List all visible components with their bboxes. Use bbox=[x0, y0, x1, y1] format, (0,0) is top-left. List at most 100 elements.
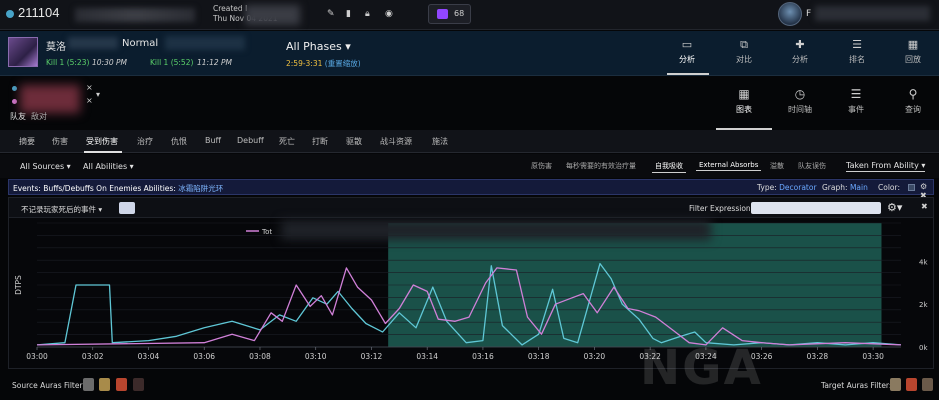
y-axis-label: DTPS bbox=[14, 275, 23, 295]
x-tick-label: 03:10 bbox=[305, 352, 327, 361]
aura-icon[interactable] bbox=[906, 378, 917, 391]
all-abilities-dropdown[interactable]: All Abilities ▾ bbox=[83, 162, 134, 171]
x-tick-label: 03:16 bbox=[472, 352, 494, 361]
option-overkill[interactable]: 溢散 bbox=[767, 160, 787, 172]
aura-icon[interactable] bbox=[890, 378, 901, 391]
tab-dispels[interactable]: 驱散 bbox=[346, 136, 362, 147]
toggle-box[interactable] bbox=[119, 202, 135, 214]
clock-icon: ◷ bbox=[794, 87, 806, 101]
watermark: NGA bbox=[640, 340, 763, 396]
option-raw-damage[interactable]: 原伤害 bbox=[528, 160, 555, 172]
view-timeline-label: 时间轴 bbox=[788, 105, 812, 114]
redacted-user bbox=[815, 6, 930, 21]
ranking-icon: ☰ bbox=[852, 38, 862, 51]
view-table[interactable]: ▦ 图表 bbox=[719, 87, 769, 115]
dtps-chart[interactable]: 03:00 03:02 03:04 03:06 03:08 03:10 03:12 03:14… bbox=[9, 219, 933, 369]
filter-row: All Sources ▾ All Abilities ▾ 原伤害 每秒需要的有… bbox=[0, 154, 939, 178]
x-tick-label: 03:02 bbox=[82, 352, 104, 361]
view-events[interactable]: ☰ 事件 bbox=[831, 87, 881, 115]
tab-healing[interactable]: 治疗 bbox=[137, 136, 153, 147]
y-tick-label: 4k bbox=[919, 258, 928, 266]
pencil-icon[interactable]: ✎ bbox=[327, 9, 335, 19]
reset-zoom-link[interactable]: (重置缩放) bbox=[325, 59, 361, 68]
x-tick-label: 03:18 bbox=[528, 352, 550, 361]
nav-puzzle[interactable]: ✚ 分析 bbox=[780, 38, 820, 72]
gear-icon[interactable]: ⚙▾ bbox=[887, 201, 902, 214]
nav-analysis[interactable]: ▭ 分析 bbox=[667, 38, 707, 72]
remove-player-1-icon[interactable]: × bbox=[86, 83, 93, 92]
tab-casts[interactable]: 施法 bbox=[432, 136, 448, 147]
aura-icon[interactable] bbox=[116, 378, 127, 391]
graph-label: Graph: bbox=[822, 183, 848, 192]
option-effective-healing[interactable]: 每秒需要的有效治疗量 bbox=[563, 160, 639, 172]
aura-icon[interactable] bbox=[922, 378, 933, 391]
report-id[interactable]: 211104 bbox=[18, 5, 59, 20]
abilities-label: Abilities: bbox=[143, 184, 176, 193]
tab-debuff[interactable]: Debuff bbox=[237, 136, 264, 145]
view-timeline[interactable]: ◷ 时间轴 bbox=[775, 87, 825, 115]
tab-active-underline bbox=[84, 151, 122, 153]
color-swatch[interactable] bbox=[908, 184, 915, 191]
chart-panel-toolbar: 不记录玩家死后的事件 ▾ Filter Expression: ⚙▾ ✖ bbox=[9, 198, 933, 218]
events-text: Events: Buffs/Debuffs On Enemies Abiliti… bbox=[13, 183, 223, 194]
eye-slash-icon[interactable]: ◉ bbox=[385, 9, 393, 19]
report-status-dot bbox=[6, 10, 14, 18]
chevron-down-icon[interactable]: ▾ bbox=[96, 90, 100, 99]
tab-damage[interactable]: 伤害 bbox=[52, 136, 68, 147]
nav-puzzle-label: 分析 bbox=[792, 55, 808, 64]
close-icon[interactable]: ✖ bbox=[921, 202, 928, 211]
aura-filter-bar: Source Auras Filter: Target Auras Filter… bbox=[0, 372, 939, 400]
nav-compare-label: 对比 bbox=[736, 55, 752, 64]
type-value: Decorator bbox=[779, 183, 817, 192]
option-external-absorbs[interactable]: External Absorbs bbox=[696, 160, 762, 171]
guild-avatar[interactable] bbox=[778, 2, 802, 26]
x-tick-label: 03:30 bbox=[862, 352, 884, 361]
nav-ranking[interactable]: ☰ 排名 bbox=[837, 38, 877, 72]
twitch-icon bbox=[437, 9, 448, 19]
phases-dropdown[interactable]: All Phases ▾ bbox=[286, 40, 351, 53]
tab-resources[interactable]: 战斗资源 bbox=[380, 136, 412, 147]
events-decorator-bar: Events: Buffs/Debuffs On Enemies Abiliti… bbox=[8, 179, 934, 200]
remove-player-2-icon[interactable]: × bbox=[86, 96, 93, 105]
abilities-value: 冰霜陷阱光环 bbox=[178, 184, 224, 193]
tab-damage-taken[interactable]: 受到伤害 bbox=[86, 136, 118, 147]
taken-from-ability-dropdown[interactable]: Taken From Ability ▾ bbox=[846, 161, 926, 172]
x-tick-label: 03:08 bbox=[249, 352, 271, 361]
view-query[interactable]: ⚲ 查询 bbox=[888, 87, 938, 115]
x-tick-label: 03:06 bbox=[193, 352, 215, 361]
nav-replay-label: 回放 bbox=[905, 55, 921, 64]
kill-right[interactable]: Kill 1 (5:52) bbox=[150, 58, 193, 67]
twitch-count: 68 bbox=[454, 9, 465, 18]
aura-icon[interactable] bbox=[99, 378, 110, 391]
y-tick-label: 2k bbox=[919, 301, 928, 309]
report-tabs: 摘要 伤害 受到伤害 治疗 仇恨 Buff Debuff 死亡 打断 驱散 战斗… bbox=[0, 130, 939, 153]
aura-icon[interactable] bbox=[83, 378, 94, 391]
lock-icon[interactable]: 🔒︎ bbox=[365, 9, 370, 19]
list-icon: ☰ bbox=[850, 87, 862, 101]
trash-icon[interactable]: ▮ bbox=[346, 9, 351, 19]
boss-portrait[interactable] bbox=[8, 37, 38, 67]
option-friendly-fire[interactable]: 队友误伤 bbox=[795, 160, 829, 172]
kill-left[interactable]: Kill 1 (5:23) bbox=[46, 58, 89, 67]
user-name[interactable]: F bbox=[806, 9, 811, 19]
tab-buff[interactable]: Buff bbox=[205, 136, 221, 145]
tab-interrupts[interactable]: 打断 bbox=[312, 136, 328, 147]
filter-expression-input[interactable] bbox=[751, 202, 881, 214]
enemy-tab[interactable]: 敌对 bbox=[31, 111, 47, 122]
x-tick-label: 03:14 bbox=[416, 352, 438, 361]
aura-icon[interactable] bbox=[133, 378, 144, 391]
nav-replay[interactable]: ▦ 回放 bbox=[893, 38, 933, 72]
all-sources-dropdown[interactable]: All Sources ▾ bbox=[20, 162, 71, 171]
graph-value: Main bbox=[849, 183, 868, 192]
tab-threat[interactable]: 仇恨 bbox=[171, 136, 187, 147]
twitch-button[interactable]: 68 bbox=[428, 4, 471, 24]
legend-label: Tot bbox=[261, 228, 272, 236]
option-self-absorbs[interactable]: 自我吸收 bbox=[652, 160, 686, 173]
boss-name[interactable]: 莫洛 bbox=[46, 38, 66, 53]
friendly-tab[interactable]: 队友 bbox=[10, 111, 26, 122]
difficulty-label: Normal bbox=[122, 38, 159, 49]
nav-compare[interactable]: ⧉ 对比 bbox=[724, 38, 764, 72]
tab-summary[interactable]: 摘要 bbox=[19, 136, 35, 147]
tab-deaths[interactable]: 死亡 bbox=[279, 136, 295, 147]
dead-events-dropdown[interactable]: 不记录玩家死后的事件 ▾ bbox=[21, 204, 102, 215]
